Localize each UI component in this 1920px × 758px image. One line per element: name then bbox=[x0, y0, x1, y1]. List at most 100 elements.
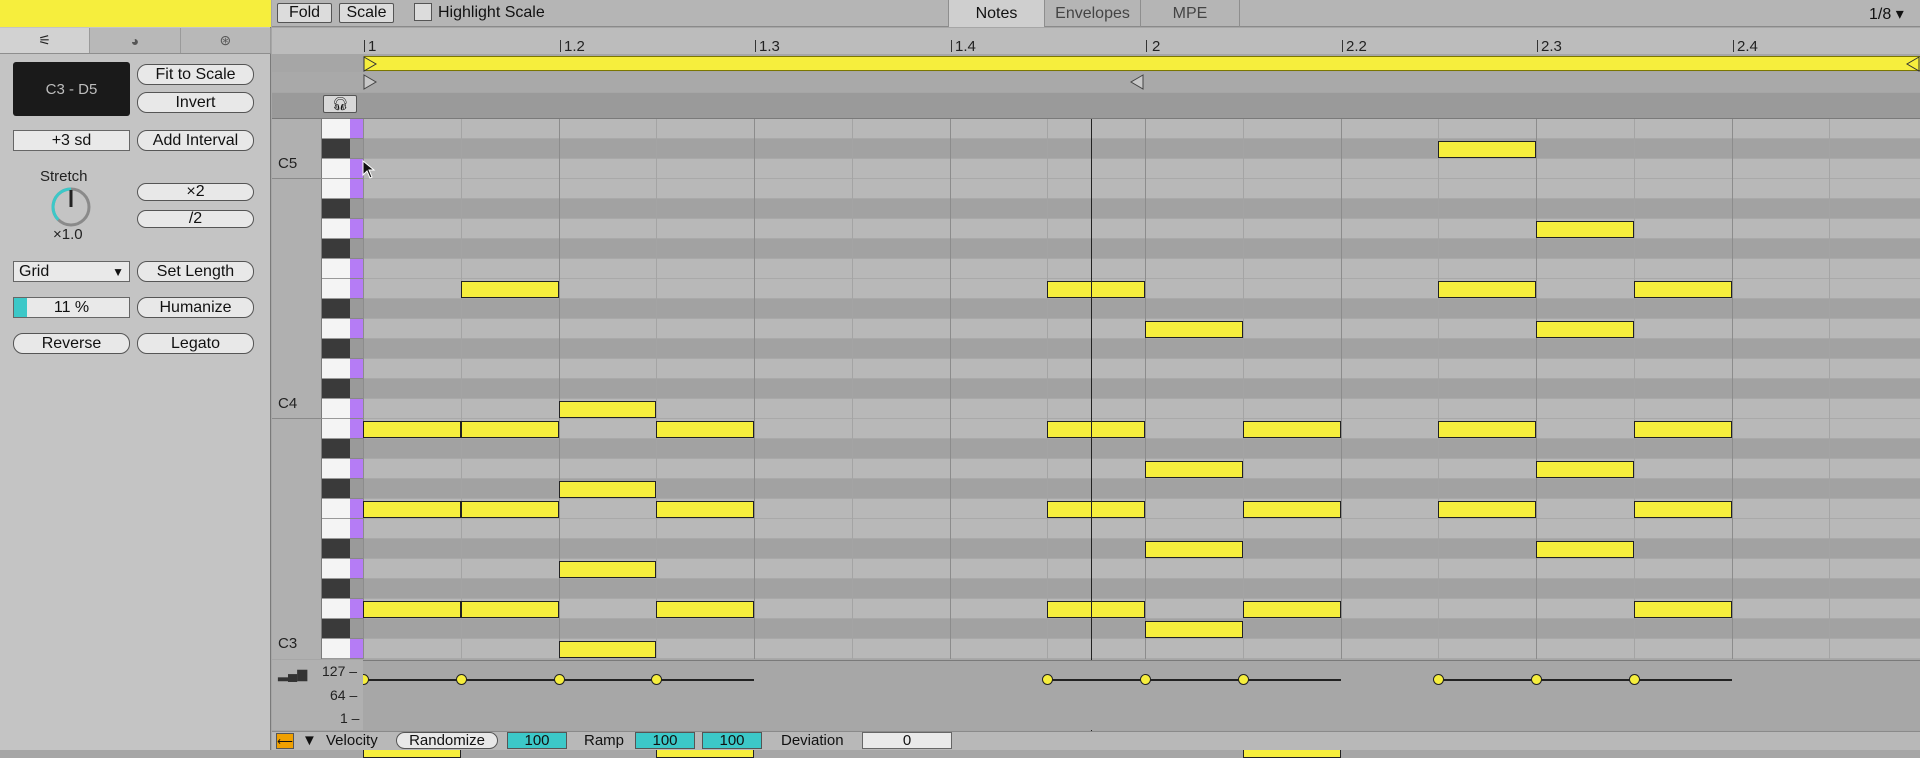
midi-note[interactable] bbox=[1145, 461, 1243, 478]
invert-button[interactable]: Invert bbox=[137, 92, 254, 113]
midi-note[interactable] bbox=[1438, 141, 1536, 158]
midi-note[interactable] bbox=[1633, 421, 1732, 438]
piano-black-key[interactable] bbox=[322, 139, 350, 159]
midi-note[interactable] bbox=[460, 421, 559, 438]
midi-note[interactable] bbox=[1047, 601, 1145, 618]
velocity-handle[interactable] bbox=[1140, 674, 1151, 685]
midi-note[interactable] bbox=[1242, 601, 1341, 618]
add-interval-button[interactable]: Add Interval bbox=[137, 130, 254, 151]
piano-white-key[interactable] bbox=[322, 259, 350, 279]
velocity-lane[interactable] bbox=[272, 660, 1920, 730]
velocity-handle[interactable] bbox=[1628, 674, 1640, 685]
loop-brace[interactable] bbox=[364, 56, 1920, 71]
midi-note[interactable] bbox=[656, 421, 754, 438]
midi-note[interactable] bbox=[1047, 421, 1145, 438]
piano-white-key[interactable] bbox=[322, 399, 350, 419]
fold-button[interactable]: Fold bbox=[277, 3, 332, 23]
time-ruler[interactable]: 1 1.2 1.3 1.4 2 2.2 2.3 2.4 bbox=[272, 28, 1920, 55]
headphones-icon[interactable]: 🎧︎ bbox=[323, 95, 357, 113]
piano-white-key[interactable] bbox=[322, 499, 350, 519]
velocity-handle[interactable] bbox=[1042, 674, 1054, 685]
target-icon[interactable]: ⊛ bbox=[181, 28, 271, 53]
midi-note[interactable] bbox=[1633, 501, 1732, 518]
grid-mode-select[interactable]: Grid ▼ bbox=[13, 261, 130, 282]
velocity-handle[interactable] bbox=[1433, 674, 1445, 685]
piano-white-key[interactable] bbox=[322, 319, 350, 339]
midi-note[interactable] bbox=[363, 601, 461, 618]
loop-start-marker-icon[interactable] bbox=[363, 56, 377, 72]
tab-notes[interactable]: Notes bbox=[948, 0, 1044, 27]
midi-note[interactable] bbox=[1242, 501, 1341, 518]
midi-note[interactable] bbox=[1438, 421, 1536, 438]
midi-note[interactable] bbox=[656, 601, 754, 618]
midi-note[interactable] bbox=[1633, 601, 1732, 618]
reverse-button[interactable]: Reverse bbox=[13, 333, 130, 354]
piano-black-key[interactable] bbox=[322, 339, 350, 359]
piano-white-key[interactable] bbox=[322, 559, 350, 579]
back-arrow-icon[interactable]: ⟵ bbox=[276, 733, 294, 749]
clip-color-bar[interactable] bbox=[0, 0, 271, 27]
piano-white-key[interactable] bbox=[322, 159, 350, 179]
ramp-end-field[interactable]: 100 bbox=[702, 732, 762, 749]
piano-keyboard[interactable] bbox=[322, 119, 350, 659]
piano-black-key[interactable] bbox=[322, 299, 350, 319]
humanize-button[interactable]: Humanize bbox=[137, 297, 254, 318]
piano-black-key[interactable] bbox=[322, 239, 350, 259]
piano-black-key[interactable] bbox=[322, 379, 350, 399]
legato-button[interactable]: Legato bbox=[137, 333, 254, 354]
midi-note[interactable] bbox=[558, 561, 657, 578]
transpose-field[interactable]: +3 sd bbox=[13, 130, 130, 151]
midi-note[interactable] bbox=[558, 401, 657, 418]
grid-resolution-dropdown[interactable]: 1/8 ▾ bbox=[1869, 4, 1904, 24]
scale-button[interactable]: Scale bbox=[339, 3, 394, 23]
midi-note[interactable] bbox=[1047, 281, 1145, 298]
midi-note[interactable] bbox=[1536, 461, 1634, 478]
midi-note[interactable] bbox=[1145, 321, 1243, 338]
double-button[interactable]: ×2 bbox=[137, 183, 254, 201]
piano-white-key[interactable] bbox=[322, 639, 350, 659]
piano-white-key[interactable] bbox=[322, 519, 350, 539]
deviation-field[interactable]: 0 bbox=[862, 732, 952, 749]
velocity-handle[interactable] bbox=[651, 674, 663, 685]
velocity-handle[interactable] bbox=[1237, 674, 1249, 685]
palette-icon[interactable]: ◕ bbox=[90, 28, 181, 53]
midi-note[interactable] bbox=[1242, 421, 1341, 438]
piano-black-key[interactable] bbox=[322, 479, 350, 499]
midi-note[interactable] bbox=[1633, 281, 1732, 298]
half-button[interactable]: /2 bbox=[137, 210, 254, 228]
piano-white-key[interactable] bbox=[322, 279, 350, 299]
piano-white-key[interactable] bbox=[322, 359, 350, 379]
stretch-knob[interactable] bbox=[50, 186, 92, 228]
midi-note[interactable] bbox=[1438, 281, 1536, 298]
sliders-icon[interactable]: ⚟ bbox=[0, 28, 91, 53]
midi-note[interactable] bbox=[558, 641, 657, 658]
piano-black-key[interactable] bbox=[322, 539, 350, 559]
midi-note[interactable] bbox=[1145, 621, 1243, 638]
midi-note[interactable] bbox=[1145, 541, 1243, 558]
midi-note[interactable] bbox=[363, 501, 461, 518]
piano-white-key[interactable] bbox=[322, 179, 350, 199]
ramp-start-field[interactable]: 100 bbox=[635, 732, 695, 749]
start-marker-icon[interactable] bbox=[363, 74, 377, 90]
midi-note[interactable] bbox=[363, 421, 461, 438]
midi-note[interactable] bbox=[1536, 221, 1634, 238]
midi-note[interactable] bbox=[656, 501, 754, 518]
piano-black-key[interactable] bbox=[322, 439, 350, 459]
midi-note[interactable] bbox=[460, 601, 559, 618]
piano-white-key[interactable] bbox=[322, 419, 350, 439]
fit-to-scale-button[interactable]: Fit to Scale bbox=[137, 64, 254, 85]
midi-note[interactable] bbox=[1438, 501, 1536, 518]
loop-end-marker-icon[interactable] bbox=[1906, 56, 1920, 72]
piano-white-key[interactable] bbox=[322, 119, 350, 139]
velocity-value-field[interactable]: 100 bbox=[507, 732, 567, 749]
piano-black-key[interactable] bbox=[322, 579, 350, 599]
piano-white-key[interactable] bbox=[322, 219, 350, 239]
piano-white-key[interactable] bbox=[322, 459, 350, 479]
piano-white-key[interactable] bbox=[322, 599, 350, 619]
midi-note[interactable] bbox=[460, 501, 559, 518]
randomize-button[interactable]: Randomize bbox=[396, 732, 498, 749]
tab-envelopes[interactable]: Envelopes bbox=[1044, 0, 1140, 27]
end-marker-icon[interactable] bbox=[1130, 74, 1144, 90]
tab-mpe[interactable]: MPE bbox=[1140, 0, 1240, 27]
velocity-handle[interactable] bbox=[455, 674, 467, 685]
